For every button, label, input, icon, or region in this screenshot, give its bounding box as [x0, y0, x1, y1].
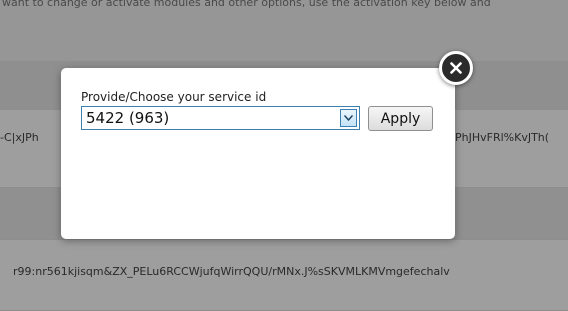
- service-id-selected-value: 5422 (963): [86, 109, 170, 127]
- service-id-dialog: Provide/Choose your service id 5422 (963…: [61, 68, 455, 239]
- close-dialog-button[interactable]: [439, 51, 473, 85]
- close-icon: [450, 62, 462, 74]
- service-id-select[interactable]: 5422 (963): [81, 106, 360, 130]
- apply-button[interactable]: Apply: [368, 106, 433, 131]
- chevron-down-icon[interactable]: [340, 109, 357, 127]
- service-id-label: Provide/Choose your service id: [81, 90, 267, 104]
